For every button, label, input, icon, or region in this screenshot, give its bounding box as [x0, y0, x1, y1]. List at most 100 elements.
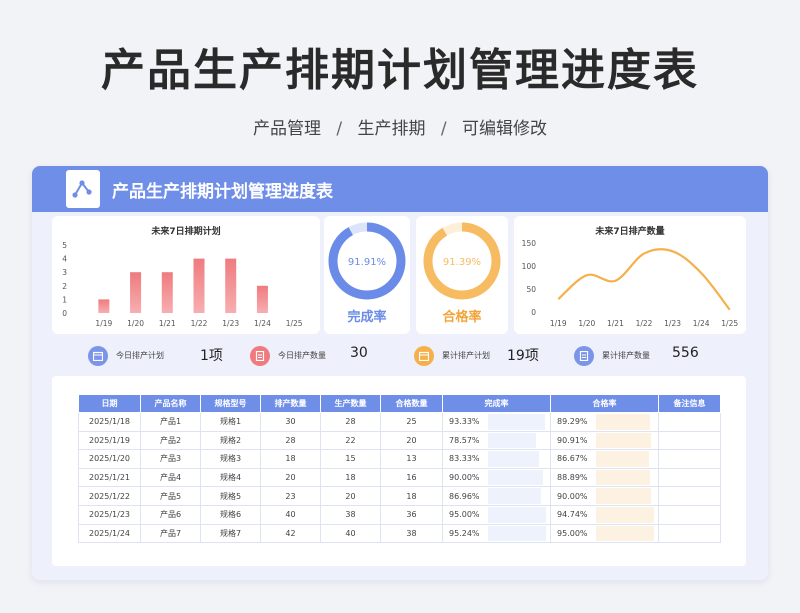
- table-cell-plan[interactable]: 20: [260, 467, 321, 488]
- table-cell-spec[interactable]: 规格6: [200, 504, 261, 525]
- column-header-product[interactable]: 产品名称: [140, 394, 201, 413]
- table-cell-date[interactable]: 2025/1/19: [78, 430, 141, 451]
- table-row[interactable]: 2025/1/20 产品3 规格3 18 15 13 83.33% 86.67%: [78, 449, 721, 469]
- pass-rate-donut: 91.39%: [423, 222, 501, 300]
- table-cell-note[interactable]: [658, 504, 721, 525]
- pass-rate-bar: [596, 469, 651, 486]
- table-cell-date[interactable]: 2025/1/18: [78, 412, 141, 432]
- table-row[interactable]: 2025/1/22 产品5 规格5 23 20 18 86.96% 90.00%: [78, 486, 721, 506]
- table-row[interactable]: 2025/1/18 产品1 规格1 30 28 25 93.33% 89.29%: [78, 412, 721, 432]
- table-cell-plan[interactable]: 18: [260, 449, 321, 469]
- table-cell-qualified[interactable]: 13: [380, 449, 443, 469]
- y-tick-label: 0: [62, 309, 67, 318]
- table-cell-plan[interactable]: 30: [260, 412, 321, 432]
- table-cell-produced[interactable]: 20: [320, 486, 381, 506]
- table-cell-produced[interactable]: 22: [320, 430, 381, 451]
- calendar-icon: [88, 346, 108, 366]
- table-cell-produced[interactable]: 40: [320, 523, 381, 544]
- column-header-done-rate[interactable]: 完成率: [442, 394, 551, 413]
- table-cell-pass_rate[interactable]: 90.91%: [550, 430, 659, 451]
- column-header-spec[interactable]: 规格型号: [200, 394, 261, 413]
- table-cell-date[interactable]: 2025/1/22: [78, 486, 141, 506]
- table-cell-date[interactable]: 2025/1/24: [78, 523, 141, 544]
- table-cell-plan[interactable]: 42: [260, 523, 321, 544]
- table-cell-product[interactable]: 产品1: [140, 412, 201, 432]
- breadcrumb-item-production-schedule[interactable]: 生产排期: [358, 119, 426, 139]
- table-cell-qualified[interactable]: 38: [380, 523, 443, 544]
- table-cell-spec[interactable]: 规格3: [200, 449, 261, 469]
- table-cell-produced[interactable]: 38: [320, 504, 381, 525]
- table-cell-product[interactable]: 产品7: [140, 523, 201, 544]
- table-cell-spec[interactable]: 规格7: [200, 523, 261, 544]
- done-rate-bar: [488, 432, 536, 449]
- table-cell-pass_rate[interactable]: 86.67%: [550, 449, 659, 469]
- table-cell-qualified[interactable]: 36: [380, 504, 443, 525]
- table-cell-plan[interactable]: 23: [260, 486, 321, 506]
- bar-1/23: [225, 258, 237, 313]
- table-cell-pass_rate[interactable]: 94.74%: [550, 504, 659, 525]
- column-header-note[interactable]: 备注信息: [658, 394, 721, 413]
- bar-1/19: [98, 299, 110, 313]
- column-header-qualified[interactable]: 合格数量: [380, 394, 443, 413]
- table-cell-product[interactable]: 产品4: [140, 467, 201, 488]
- table-cell-plan[interactable]: 40: [260, 504, 321, 525]
- column-header-date[interactable]: 日期: [78, 394, 141, 413]
- table-row[interactable]: 2025/1/21 产品4 规格4 20 18 16 90.00% 88.89%: [78, 467, 721, 488]
- table-cell-pass_rate[interactable]: 89.29%: [550, 412, 659, 432]
- table-cell-note[interactable]: [658, 486, 721, 506]
- table-cell-note[interactable]: [658, 430, 721, 451]
- pass-rate-bar: [596, 525, 654, 542]
- table-cell-done_rate[interactable]: 86.96%: [442, 486, 551, 506]
- table-cell-spec[interactable]: 规格4: [200, 467, 261, 488]
- table-cell-produced[interactable]: 28: [320, 412, 381, 432]
- table-cell-done_rate[interactable]: 90.00%: [442, 467, 551, 488]
- document-icon: [250, 346, 270, 366]
- table-cell-qualified[interactable]: 25: [380, 412, 443, 432]
- y-tick-label: 1: [62, 295, 67, 304]
- table-cell-product[interactable]: 产品5: [140, 486, 201, 506]
- x-tick-label: 1/21: [159, 319, 176, 328]
- table-cell-product[interactable]: 产品3: [140, 449, 201, 469]
- table-cell-produced[interactable]: 18: [320, 467, 381, 488]
- done-rate-bar: [488, 525, 547, 542]
- table-cell-qualified[interactable]: 18: [380, 486, 443, 506]
- table-cell-done_rate[interactable]: 93.33%: [442, 412, 551, 432]
- table-cell-note[interactable]: [658, 467, 721, 488]
- table-cell-done_rate[interactable]: 78.57%: [442, 430, 551, 451]
- table-cell-date[interactable]: 2025/1/20: [78, 449, 141, 469]
- table-cell-qualified[interactable]: 16: [380, 467, 443, 488]
- table-row[interactable]: 2025/1/23 产品6 规格6 40 38 36 95.00% 94.74%: [78, 504, 721, 525]
- table-cell-spec[interactable]: 规格2: [200, 430, 261, 451]
- table-row[interactable]: 2025/1/19 产品2 规格2 28 22 20 78.57% 90.91%: [78, 430, 721, 451]
- quantity-line-chart: 0 50 100 150 1/19 1/20 1/21 1/22 1/23 1/24 1/25: [522, 239, 739, 328]
- table-cell-product[interactable]: 产品6: [140, 504, 201, 525]
- table-cell-done_rate[interactable]: 83.33%: [442, 449, 551, 469]
- table-cell-done_rate[interactable]: 95.00%: [442, 504, 551, 525]
- table-cell-pass_rate[interactable]: 95.00%: [550, 523, 659, 544]
- table-cell-pass_rate[interactable]: 90.00%: [550, 486, 659, 506]
- table-cell-plan[interactable]: 28: [260, 430, 321, 451]
- table-cell-date[interactable]: 2025/1/21: [78, 467, 141, 488]
- x-tick-label: 1/19: [550, 319, 567, 328]
- table-cell-pass_rate[interactable]: 88.89%: [550, 467, 659, 488]
- table-cell-note[interactable]: [658, 412, 721, 432]
- breadcrumb-item-editable[interactable]: 可编辑修改: [462, 119, 547, 139]
- table-row[interactable]: 2025/1/24 产品7 规格7 42 40 38 95.24% 95.00%: [78, 523, 721, 544]
- column-header-produced[interactable]: 生产数量: [320, 394, 381, 413]
- done-rate-bar: [488, 506, 546, 523]
- table-cell-produced[interactable]: 15: [320, 449, 381, 469]
- rate-text: 94.74%: [557, 510, 588, 520]
- y-tick-label: 5: [62, 241, 67, 250]
- table-cell-date[interactable]: 2025/1/23: [78, 504, 141, 525]
- table-cell-done_rate[interactable]: 95.24%: [442, 523, 551, 544]
- breadcrumb-item-product-management[interactable]: 产品管理: [253, 119, 321, 139]
- table-cell-spec[interactable]: 规格5: [200, 486, 261, 506]
- table-cell-qualified[interactable]: 20: [380, 430, 443, 451]
- column-header-plan[interactable]: 排产数量: [260, 394, 321, 413]
- table-cell-spec[interactable]: 规格1: [200, 412, 261, 432]
- table-cell-note[interactable]: [658, 523, 721, 544]
- table-cell-product[interactable]: 产品2: [140, 430, 201, 451]
- column-header-pass-rate[interactable]: 合格率: [550, 394, 659, 413]
- table-cell-note[interactable]: [658, 449, 721, 469]
- quantity-line: [557, 248, 731, 311]
